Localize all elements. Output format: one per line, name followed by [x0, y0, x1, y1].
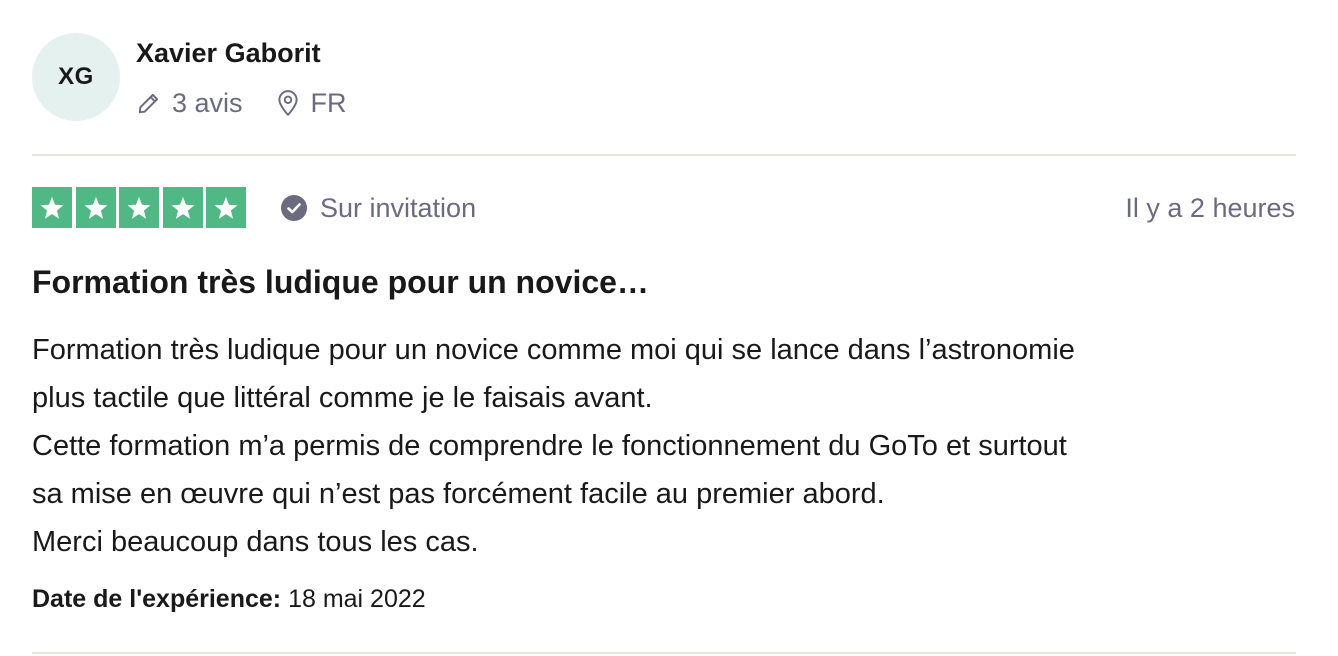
review-text-line: sa mise en œuvre qui n’est pas forcément…	[32, 478, 885, 510]
star-icon	[119, 187, 159, 228]
reviews-count: 3 avis	[172, 87, 243, 118]
consumer-meta: 3 avis FR	[136, 86, 347, 120]
experience-label: Date de l'expérience:	[32, 585, 282, 613]
location-pin-icon	[275, 89, 301, 117]
review-text-line: plus tactile que littéral comme je le fa…	[32, 382, 653, 414]
star-icon	[206, 187, 246, 228]
review-text-line: Cette formation m’a permis de comprendre…	[32, 430, 1067, 462]
experience-date: Date de l'expérience: 18 mai 2022	[32, 585, 426, 614]
country-code: FR	[310, 87, 347, 118]
experience-value: 18 mai 2022	[288, 585, 426, 613]
divider	[32, 154, 1296, 156]
review-card: XG Xavier Gaborit 3 avis FR Sur invitati…	[0, 0, 1338, 656]
review-body: Formation très ludique pour un novice co…	[32, 326, 1296, 566]
check-circle-icon	[280, 194, 308, 222]
review-text-line: Merci beaucoup dans tous les cas.	[32, 526, 479, 558]
star-icon	[32, 187, 72, 228]
avatar-initials: XG	[58, 63, 94, 90]
star-icon	[162, 187, 203, 228]
verification-badge[interactable]: Sur invitation	[280, 192, 476, 224]
divider	[32, 652, 1296, 654]
star-icon	[75, 187, 116, 228]
avatar[interactable]: XG	[32, 33, 120, 121]
review-title[interactable]: Formation très ludique pour un novice…	[32, 264, 649, 301]
star-rating	[32, 187, 246, 228]
consumer-name[interactable]: Xavier Gaborit	[136, 38, 321, 69]
pencil-icon	[136, 90, 162, 116]
review-text-line: Formation très ludique pour un novice co…	[32, 334, 1075, 366]
review-date: Il y a 2 heures	[1125, 192, 1295, 223]
verification-label: Sur invitation	[320, 192, 477, 223]
